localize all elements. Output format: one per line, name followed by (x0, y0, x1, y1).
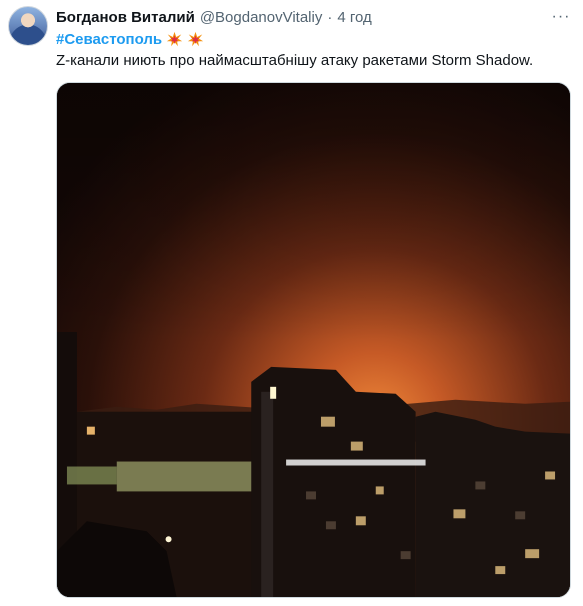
collision-emoji-icon (166, 31, 183, 48)
tweet-card[interactable]: Богданов Виталий @BogdanovVitaliy · 4 го… (0, 0, 583, 606)
more-options-icon[interactable]: ··· (549, 8, 573, 26)
tweet-video-media[interactable] (56, 82, 571, 598)
separator-dot: · (327, 9, 333, 26)
tweet-timestamp[interactable]: 4 год (337, 9, 371, 26)
collision-emoji-icon (187, 31, 204, 48)
tweet-header: Богданов Виталий @BogdanovVitaliy · 4 го… (56, 9, 543, 29)
tweet-text-line-1: #Севастополь (56, 31, 204, 48)
avatar[interactable] (8, 6, 48, 46)
tweet-text-line-2: Z-канали ниють про наймасштабнішу атаку … (56, 52, 534, 69)
author-name[interactable]: Богданов Виталий (56, 9, 195, 26)
author-handle[interactable]: @BogdanovVitaliy (200, 9, 323, 26)
night-city-glow-image (57, 83, 570, 597)
hashtag-link[interactable]: #Севастополь (56, 31, 162, 48)
